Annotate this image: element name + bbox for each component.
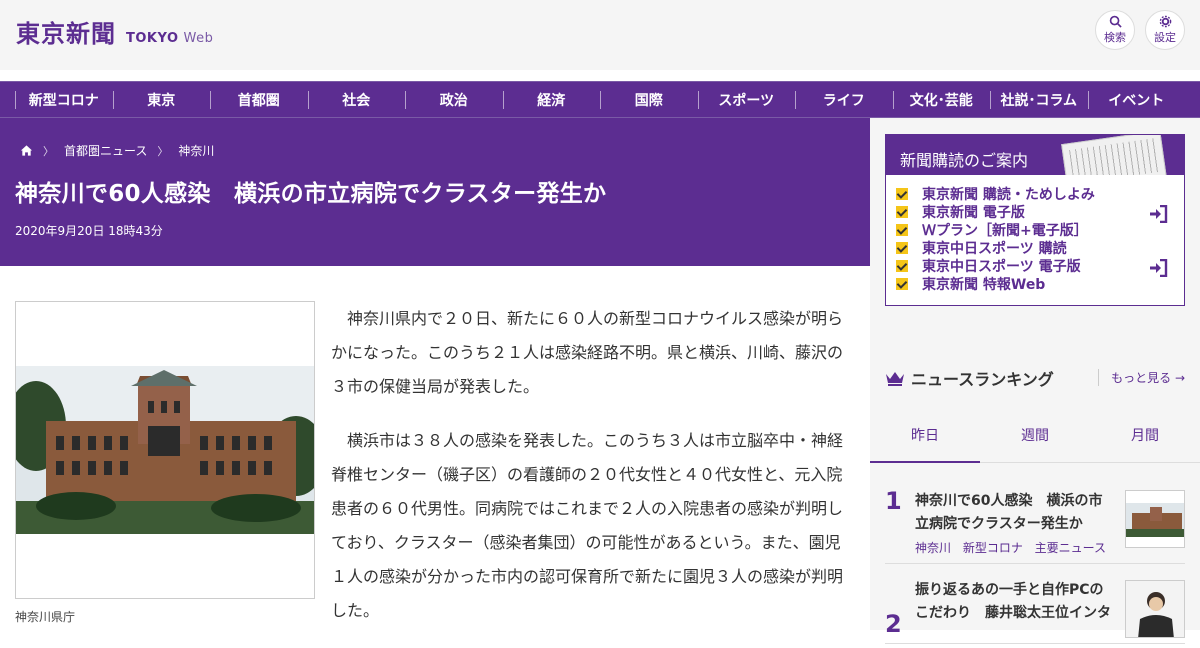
building-thumbnail	[1126, 491, 1184, 547]
building-photo	[16, 366, 314, 534]
checkbox-icon	[896, 206, 908, 218]
chevron-right-icon: 〉	[157, 144, 169, 158]
breadcrumb-item[interactable]: 神奈川	[178, 142, 214, 159]
more-link-label: もっと見る	[1111, 371, 1172, 385]
crown-icon	[886, 372, 904, 386]
subscription-item-label: 東京新聞 特報Web	[922, 277, 1046, 293]
nav-item[interactable]: スポーツ	[697, 82, 796, 117]
ranking-list: 1 神奈川で60人感染 横浜の市立病院でクラスター発生か 神奈川 新型コロナ 主…	[870, 464, 1200, 644]
breadcrumb: 〉 首都圏ニュース 〉 神奈川	[20, 142, 214, 159]
rank-thumbnail[interactable]	[1125, 490, 1185, 548]
nav-item[interactable]: 政治	[405, 82, 503, 117]
article-paragraph: 横浜市は３８人の感染を発表した。このうち３人は市立脳卒中・神経脊椎センター（磯子…	[331, 431, 844, 620]
site-header: 東京新聞 TOKYO Web 検索 設定	[0, 0, 1200, 70]
nav-item[interactable]: ライフ	[795, 82, 893, 117]
subscription-item-label: 東京新聞 購読・ためしよみ	[922, 187, 1095, 203]
home-icon[interactable]	[20, 144, 33, 157]
gear-icon	[1159, 15, 1171, 28]
nav-item[interactable]: 社説･コラム	[990, 82, 1088, 117]
article-date: 2020年9月20日 18時43分	[15, 224, 163, 238]
ranking-item[interactable]: 1 神奈川で60人感染 横浜の市立病院でクラスター発生か 神奈川 新型コロナ 主…	[885, 464, 1185, 564]
nav-item[interactable]: 国際	[600, 82, 698, 117]
article-paragraph: 神奈川県内で２０日、新たに６０人の新型コロナウイルス感染が明らかになった。このう…	[331, 309, 844, 396]
more-link[interactable]: もっと見る →	[1098, 369, 1185, 386]
rank-title[interactable]: 神奈川で60人感染 横浜の市立病院でクラスター発生か	[915, 490, 1115, 536]
subscription-item[interactable]: 東京中日スポーツ 電子版	[896, 257, 1184, 275]
article-title: 神奈川で60人感染 横浜の市立病院でクラスター発生か	[15, 181, 607, 207]
tab-yesterday[interactable]: 昨日	[870, 408, 980, 463]
ranking-header: ニュースランキング もっと見る →	[885, 364, 1185, 392]
subscription-item[interactable]: 東京新聞 電子版	[896, 203, 1184, 221]
article-body: 神奈川県内で２０日、新たに６０人の新型コロナウイルス感染が明らかになった。このう…	[331, 302, 845, 648]
article-header: 〉 首都圏ニュース 〉 神奈川 神奈川で60人感染 横浜の市立病院でクラスター発…	[0, 118, 870, 266]
nav-item[interactable]: 首都圏	[210, 82, 308, 117]
rank-number: 1	[885, 487, 902, 515]
nav-item[interactable]: 経済	[502, 82, 601, 117]
chevron-right-icon: 〉	[43, 144, 54, 158]
subscription-item[interactable]: 東京新聞 購読・ためしよみ	[896, 185, 1184, 203]
subscription-item-label: 東京中日スポーツ 電子版	[922, 259, 1081, 275]
nav-item[interactable]: 社会	[307, 82, 406, 117]
search-label: 検索	[1104, 31, 1126, 44]
subscription-item-label: Ｗプラン［新聞+電子版］	[922, 223, 1088, 239]
subscription-item[interactable]: 東京中日スポーツ 購読	[896, 239, 1184, 257]
subscription-item-label: 東京新聞 電子版	[922, 205, 1025, 221]
search-button[interactable]: 検索	[1095, 10, 1135, 50]
login-icon[interactable]	[1148, 259, 1168, 277]
logo-web: Web	[183, 31, 214, 46]
checkbox-icon	[896, 260, 908, 272]
subscription-item-label: 東京中日スポーツ 購読	[922, 241, 1067, 257]
settings-button[interactable]: 設定	[1145, 10, 1185, 50]
tab-month[interactable]: 月間	[1090, 408, 1200, 462]
subscription-heading: 新聞購読のご案内	[886, 135, 1184, 175]
subscription-item[interactable]: Ｗプラン［新聞+電子版］	[896, 221, 1184, 239]
site-logo[interactable]: 東京新聞 TOKYO Web	[16, 14, 213, 49]
breadcrumb-item[interactable]: 首都圏ニュース	[64, 142, 147, 159]
ranking-title: ニュースランキング	[911, 370, 1054, 389]
subscription-list: 東京新聞 購読・ためしよみ 東京新聞 電子版 Ｗプラン［新聞+電子版］ 東京中日スポー…	[886, 175, 1184, 293]
settings-label: 設定	[1154, 31, 1176, 44]
login-icon[interactable]	[1148, 205, 1168, 223]
checkbox-icon	[896, 278, 908, 290]
subscription-box: 新聞購読のご案内 東京新聞 購読・ためしよみ 東京新聞 電子版 Ｗプラン［新聞+電子…	[885, 134, 1185, 306]
rank-tags[interactable]: 神奈川 新型コロナ 主要ニュース	[915, 539, 1106, 556]
newspaper-image	[1061, 135, 1167, 175]
nav-item[interactable]: 東京	[112, 82, 211, 117]
ranking-item[interactable]: 2 振り返るあの一手と自作PCのこだわり 藤井聡太王位インタ	[885, 564, 1185, 644]
checkbox-icon	[896, 224, 908, 236]
checkbox-icon	[896, 188, 908, 200]
checkbox-icon	[896, 242, 908, 254]
subscription-heading-text: 新聞購読のご案内	[900, 151, 1029, 170]
article-photo[interactable]	[15, 301, 315, 599]
subscription-item[interactable]: 東京新聞 特報Web	[896, 275, 1184, 293]
search-icon	[1109, 15, 1122, 28]
ranking-tabs: 昨日 週間 月間	[870, 408, 1200, 463]
sidebar: 新聞購読のご案内 東京新聞 購読・ためしよみ 東京新聞 電子版 Ｗプラン［新聞+電子…	[870, 118, 1200, 644]
rank-thumbnail[interactable]	[1125, 580, 1185, 638]
photo-caption: 神奈川県庁	[15, 610, 76, 624]
tab-week[interactable]: 週間	[980, 408, 1090, 462]
person-thumbnail	[1126, 581, 1184, 637]
arrow-right-icon: →	[1174, 371, 1185, 385]
nav-item[interactable]: 新型コロナ	[15, 82, 113, 117]
logo-en: TOKYO Web	[126, 31, 213, 46]
rank-title[interactable]: 振り返るあの一手と自作PCのこだわり 藤井聡太王位インタ	[915, 579, 1115, 625]
rank-number: 2	[885, 610, 902, 638]
logo-kanji: 東京新聞	[16, 19, 116, 48]
main-nav: 新型コロナ 東京 首都圏 社会 政治 経済 国際 スポーツ ライフ 文化･芸能 社説･コラム イベント	[0, 81, 1200, 118]
nav-item[interactable]: イベント	[1087, 82, 1186, 117]
logo-tokyo: TOKYO	[126, 31, 179, 46]
nav-item[interactable]: 文化･芸能	[892, 82, 991, 117]
